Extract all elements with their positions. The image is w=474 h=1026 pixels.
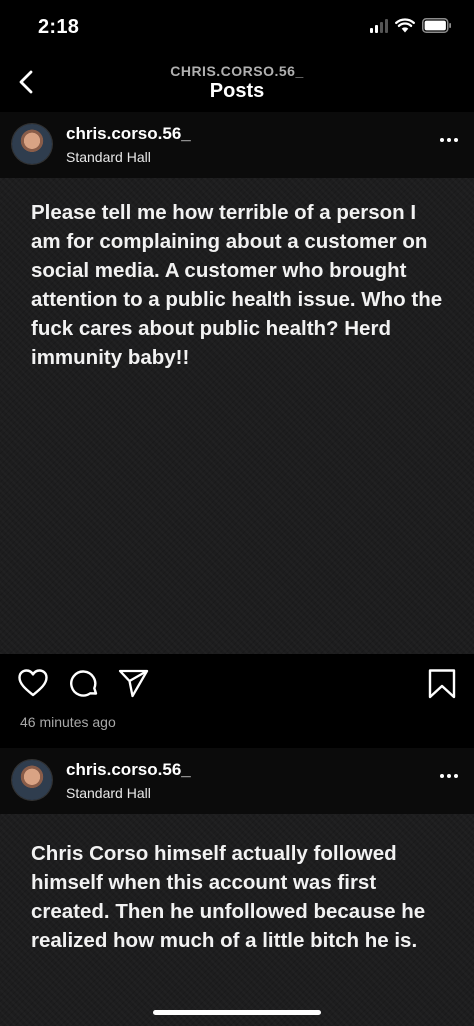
- post-header: chris.corso.56_ Standard Hall: [0, 112, 474, 178]
- account-name-heading: CHRIS.CORSO.56_: [170, 63, 304, 79]
- cellular-signal-icon: [370, 18, 388, 33]
- post-timestamp: 46 minutes ago: [20, 714, 116, 730]
- battery-icon: [422, 18, 451, 33]
- post-image: Please tell me how terrible of a person …: [0, 178, 474, 654]
- more-icon[interactable]: [440, 138, 458, 142]
- more-icon[interactable]: [440, 774, 458, 778]
- post-location[interactable]: Standard Hall: [66, 149, 151, 165]
- post-image: Chris Corso himself actually followed hi…: [0, 814, 474, 1026]
- status-icons: [370, 18, 452, 33]
- post-text: Chris Corso himself actually followed hi…: [31, 842, 426, 952]
- wifi-icon: [395, 18, 415, 33]
- status-bar: 2:18: [0, 0, 474, 58]
- home-indicator[interactable]: [153, 1010, 321, 1015]
- post-header: chris.corso.56_ Standard Hall: [0, 748, 474, 814]
- post-username[interactable]: chris.corso.56_: [66, 760, 191, 780]
- status-time: 2:18: [38, 16, 80, 38]
- heart-icon[interactable]: [17, 668, 49, 698]
- post-text: Please tell me how terrible of a person …: [31, 201, 443, 369]
- post-actions: [0, 654, 474, 714]
- bookmark-icon[interactable]: [427, 668, 457, 700]
- share-icon[interactable]: [117, 668, 151, 700]
- avatar[interactable]: [12, 124, 52, 164]
- post-username[interactable]: chris.corso.56_: [66, 124, 191, 144]
- nav-bar: CHRIS.CORSO.56_ Posts: [0, 58, 474, 112]
- page-title: Posts: [209, 80, 265, 102]
- avatar[interactable]: [12, 760, 52, 800]
- comment-icon[interactable]: [69, 668, 101, 700]
- post-location[interactable]: Standard Hall: [66, 785, 151, 801]
